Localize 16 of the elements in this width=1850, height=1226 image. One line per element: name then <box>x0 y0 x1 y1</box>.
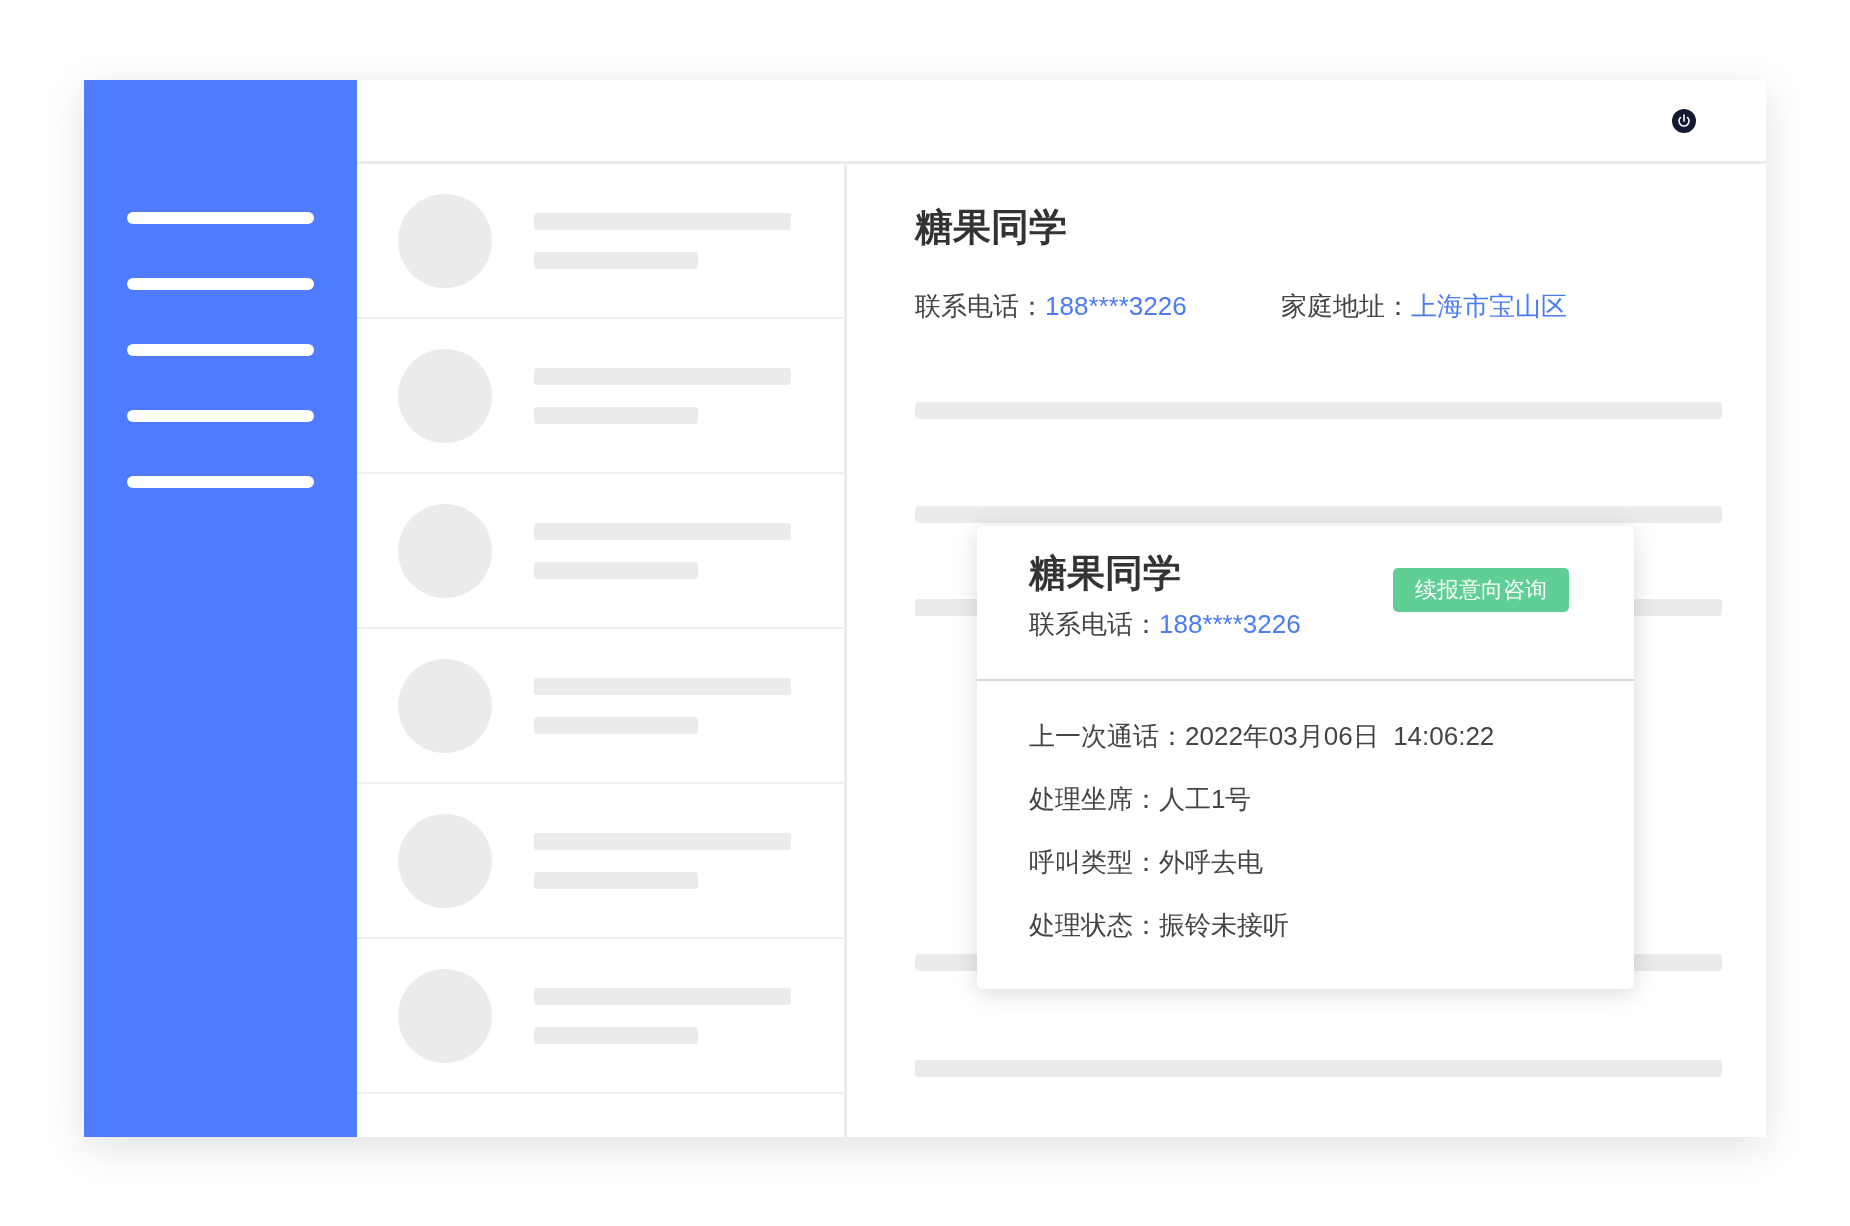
menu-placeholder[interactable] <box>127 278 314 290</box>
record-field: 上一次通话：2022年03月06日 14:06:22 <box>1029 719 1582 754</box>
tag: 续报意向咨询 <box>1393 568 1569 612</box>
contact-name: 糖果同学 <box>915 205 1068 250</box>
record-field: 处理坐席：人工1号 <box>1029 782 1582 817</box>
menu-placeholder[interactable] <box>127 212 314 224</box>
power-icon[interactable] <box>1672 108 1696 133</box>
menu-placeholder[interactable] <box>127 344 314 356</box>
menu-placeholder[interactable] <box>127 476 314 488</box>
card-name: 糖果同学 <box>1029 551 1182 596</box>
record-field: 处理状态：振铃未接听 <box>1029 908 1582 943</box>
contact-field: 联系电话：188****3226 <box>915 289 1187 324</box>
record-field: 呼叫类型：外呼去电 <box>1029 845 1582 880</box>
contact-field: 家庭地址：上海市宝山区 <box>1280 289 1567 324</box>
phone-field: 联系电话：188****3226 <box>1029 607 1301 642</box>
menu-placeholder[interactable] <box>127 410 314 422</box>
